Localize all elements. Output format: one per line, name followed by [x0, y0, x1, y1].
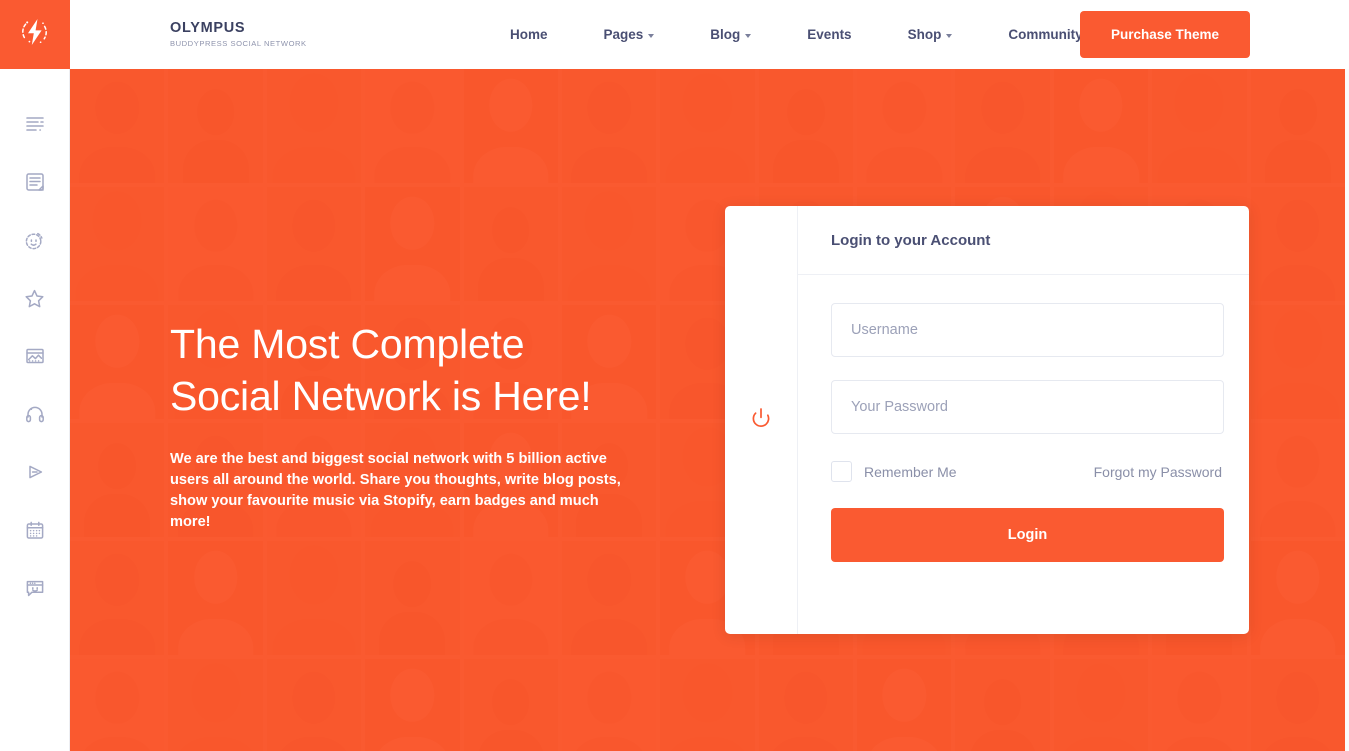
smiley-face-icon [23, 229, 46, 252]
purchase-theme-button[interactable]: Purchase Theme [1080, 11, 1250, 58]
chevron-down-icon [946, 33, 953, 38]
page-root: OLYMPUS BUDDYPRESS SOCIAL NETWORK Home P… [0, 0, 1349, 751]
hero-heading-line1: The Most Complete [170, 321, 525, 367]
brand-subtitle: BUDDYPRESS SOCIAL NETWORK [170, 39, 307, 48]
sidebar-item-events[interactable] [0, 501, 70, 559]
nav-item-label: Events [807, 27, 852, 42]
headphones-icon [24, 403, 46, 425]
nav-item-label: Community [1008, 27, 1083, 42]
lightning-bolt-icon [18, 15, 52, 54]
remember-me-label: Remember Me [864, 463, 957, 480]
chat-bubble-smiley-icon [24, 577, 46, 599]
calendar-icon [24, 519, 46, 541]
chevron-down-icon [648, 33, 655, 38]
login-card-main: Login to your Account Remember Me Forgot… [798, 206, 1249, 634]
login-submit-button[interactable]: Login [831, 508, 1224, 562]
list-lines-icon [24, 113, 46, 135]
sidebar-item-activity[interactable] [0, 95, 70, 153]
sidebar-item-members[interactable] [0, 211, 70, 269]
hero-paragraph: We are the best and biggest social netwo… [170, 451, 621, 530]
chevron-down-icon [745, 33, 752, 38]
username-input[interactable] [831, 303, 1224, 357]
sidebar-item-favourites[interactable] [0, 269, 70, 327]
star-icon [23, 287, 46, 310]
brand-logo-tile[interactable] [0, 0, 70, 69]
photo-image-icon [24, 345, 46, 367]
nav-item-label: Blog [710, 27, 741, 42]
login-form: Remember Me Forgot my Password Login [798, 275, 1249, 562]
nav-item-home[interactable]: Home [510, 27, 548, 42]
nav-item-shop[interactable]: Shop [908, 27, 953, 42]
forgot-password-link[interactable]: Forgot my Password [1094, 464, 1222, 480]
sidebar-item-messages[interactable] [0, 559, 70, 617]
remember-me-toggle[interactable]: Remember Me [831, 461, 957, 482]
hero-copy: The Most Complete Social Network is Here… [170, 318, 640, 533]
nav-item-label: Shop [907, 27, 942, 42]
sidebar-item-posts[interactable] [0, 153, 70, 211]
sidebar-item-photos[interactable] [0, 327, 70, 385]
nav-item-label: Pages [603, 27, 644, 42]
nav-item-events[interactable]: Events [807, 27, 851, 42]
hero-section: The Most Complete Social Network is Here… [70, 69, 1345, 751]
nav-item-blog[interactable]: Blog [710, 27, 752, 42]
primary-nav: Home Pages Blog Events Shop Community [510, 0, 1094, 69]
left-icon-rail [0, 0, 70, 751]
sidebar-item-videos[interactable] [0, 443, 70, 501]
hero-heading-line2: Social Network is Here! [170, 373, 592, 419]
brand-block[interactable]: OLYMPUS BUDDYPRESS SOCIAL NETWORK [170, 20, 307, 50]
login-card-title: Login to your Account [831, 231, 991, 249]
nav-item-label: Home [510, 27, 548, 42]
nav-item-pages[interactable]: Pages [604, 27, 655, 42]
login-card-header: Login to your Account [798, 206, 1249, 275]
rail-item-list [0, 69, 69, 617]
play-video-icon [24, 461, 46, 483]
login-card: Login to your Account Remember Me Forgot… [725, 206, 1249, 634]
sidebar-item-music[interactable] [0, 385, 70, 443]
hero-heading: The Most Complete Social Network is Here… [170, 318, 640, 422]
password-input[interactable] [831, 380, 1224, 434]
login-card-gutter [725, 206, 798, 634]
remember-me-checkbox[interactable] [831, 461, 852, 482]
page-title: OLYMPUS [170, 20, 246, 36]
login-options-row: Remember Me Forgot my Password [831, 461, 1224, 482]
top-header: OLYMPUS BUDDYPRESS SOCIAL NETWORK Home P… [70, 0, 1349, 69]
article-document-icon [24, 171, 46, 193]
power-icon[interactable] [749, 406, 773, 435]
